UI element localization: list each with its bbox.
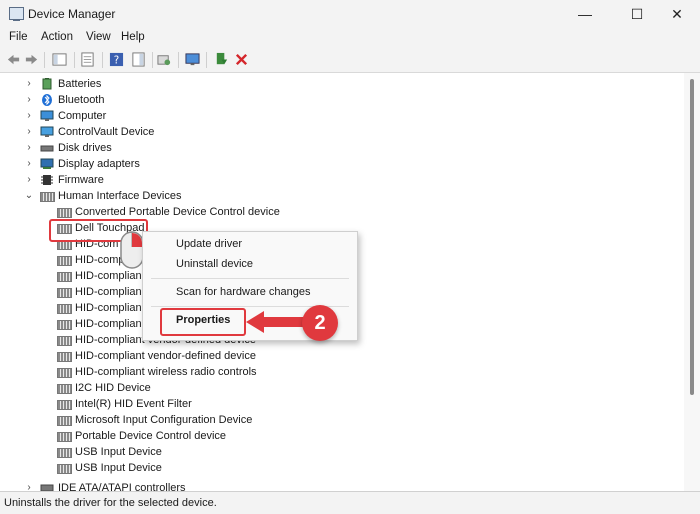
window-title: Device Manager xyxy=(28,7,116,21)
chevron-down-icon[interactable]: ⌄ xyxy=(24,188,34,204)
title-bar: Device Manager — ☐ ✕ xyxy=(0,0,700,28)
menu-file[interactable]: File xyxy=(9,31,28,43)
tree-item-label: Human Interface Devices xyxy=(58,190,182,202)
menu-bar: File Action View Help xyxy=(0,28,700,48)
chevron-right-icon[interactable]: › xyxy=(24,140,34,156)
tree-item-label: Disk drives xyxy=(58,142,112,154)
tree-item-label: HID-complian xyxy=(75,286,142,298)
show-hide-tree-icon[interactable] xyxy=(52,52,67,67)
tree-item-label: Bluetooth xyxy=(58,94,105,106)
tree-item-label: Batteries xyxy=(58,78,102,90)
scan-hardware-icon[interactable] xyxy=(157,52,172,67)
tree-item-label: IDE ATA/ATAPI controllers xyxy=(58,482,186,491)
hid-device-icon xyxy=(57,448,72,458)
properties-highlight xyxy=(160,308,246,336)
device-manager-icon xyxy=(9,7,24,21)
forward-arrow-icon[interactable] xyxy=(24,52,39,67)
scan-hardware-menu-item[interactable]: Scan for hardware changes xyxy=(176,286,311,298)
tree-item-label: Microsoft Input Configuration Device xyxy=(75,414,253,426)
hid-device-icon xyxy=(57,304,72,314)
help-icon[interactable]: ? xyxy=(109,52,124,67)
hid-icon xyxy=(40,192,55,202)
computer-icon xyxy=(40,110,54,121)
annotation-arrow-icon xyxy=(246,311,304,333)
chevron-right-icon[interactable]: › xyxy=(24,108,34,124)
tree-item-label: Converted Portable Device Control device xyxy=(75,206,280,218)
update-driver-icon[interactable] xyxy=(214,52,229,67)
chevron-right-icon[interactable]: › xyxy=(24,172,34,188)
hid-device-icon xyxy=(57,368,72,378)
menu-help[interactable]: Help xyxy=(121,31,145,43)
hid-device-icon xyxy=(57,400,72,410)
status-text: Uninstalls the driver for the selected d… xyxy=(4,497,217,509)
bluetooth-icon xyxy=(42,94,52,106)
step-number-badge: 2 xyxy=(302,305,338,341)
monitor-icon xyxy=(40,126,54,137)
back-arrow-icon[interactable] xyxy=(6,52,21,67)
tree-item-label: Portable Device Control device xyxy=(75,430,227,442)
chevron-right-icon[interactable]: › xyxy=(24,156,34,172)
monitor-icon[interactable] xyxy=(185,52,200,67)
toolbar: ? xyxy=(0,48,700,73)
update-driver-menu-item[interactable]: Update driver xyxy=(176,238,242,250)
hid-device-icon xyxy=(57,272,72,282)
uninstall-x-icon[interactable] xyxy=(234,52,249,67)
chevron-right-icon[interactable]: › xyxy=(24,124,34,140)
properties-sheet-icon[interactable] xyxy=(80,52,95,67)
menu-action[interactable]: Action xyxy=(41,31,73,43)
tree-item-label: Computer xyxy=(58,110,107,122)
hid-device-icon xyxy=(57,288,72,298)
ide-icon xyxy=(40,484,54,491)
hid-device-icon xyxy=(57,352,72,362)
minimize-button[interactable]: — xyxy=(562,0,608,28)
hid-device-icon xyxy=(57,256,72,266)
hid-device-icon xyxy=(57,464,72,474)
tree-item-label: HID-complian xyxy=(75,318,142,330)
tree-item-label: USB Input Device xyxy=(75,446,162,458)
battery-icon xyxy=(42,78,52,90)
display-adapter-icon xyxy=(40,158,54,169)
hid-device-icon xyxy=(57,320,72,330)
hid-device-icon xyxy=(57,432,72,442)
vertical-scrollbar[interactable] xyxy=(684,73,700,491)
hid-device-icon xyxy=(57,384,72,394)
tree-item-label: HID-complian xyxy=(75,302,142,314)
menu-view[interactable]: View xyxy=(86,31,111,43)
firmware-icon xyxy=(41,175,53,185)
disk-drive-icon xyxy=(40,145,54,152)
chevron-right-icon[interactable]: › xyxy=(24,76,34,92)
hid-device-icon xyxy=(57,336,72,346)
chevron-right-icon[interactable]: › xyxy=(24,480,34,491)
tree-item-label: Display adapters xyxy=(58,158,140,170)
hid-device-icon xyxy=(57,208,72,218)
tree-item-label: ControlVault Device xyxy=(58,126,155,138)
tree-item-label: USB Input Device xyxy=(75,462,162,474)
scrollbar-thumb[interactable] xyxy=(690,79,694,395)
action-pane-icon[interactable] xyxy=(131,52,146,67)
tree-item-label: Intel(R) HID Event Filter xyxy=(75,398,192,410)
hid-device-icon xyxy=(57,416,72,426)
uninstall-device-menu-item[interactable]: Uninstall device xyxy=(176,258,253,270)
tree-item-label: Firmware xyxy=(58,174,104,186)
tree-item-label: HID-compliant vendor-defined device xyxy=(75,350,256,362)
close-button[interactable]: ✕ xyxy=(654,0,700,28)
chevron-right-icon[interactable]: › xyxy=(24,92,34,108)
tree-item-label: HID-compliant wireless radio controls xyxy=(75,366,257,378)
svg-text:?: ? xyxy=(114,54,119,66)
status-bar: Uninstalls the driver for the selected d… xyxy=(0,491,700,514)
tree-item-label: I2C HID Device xyxy=(75,382,151,394)
